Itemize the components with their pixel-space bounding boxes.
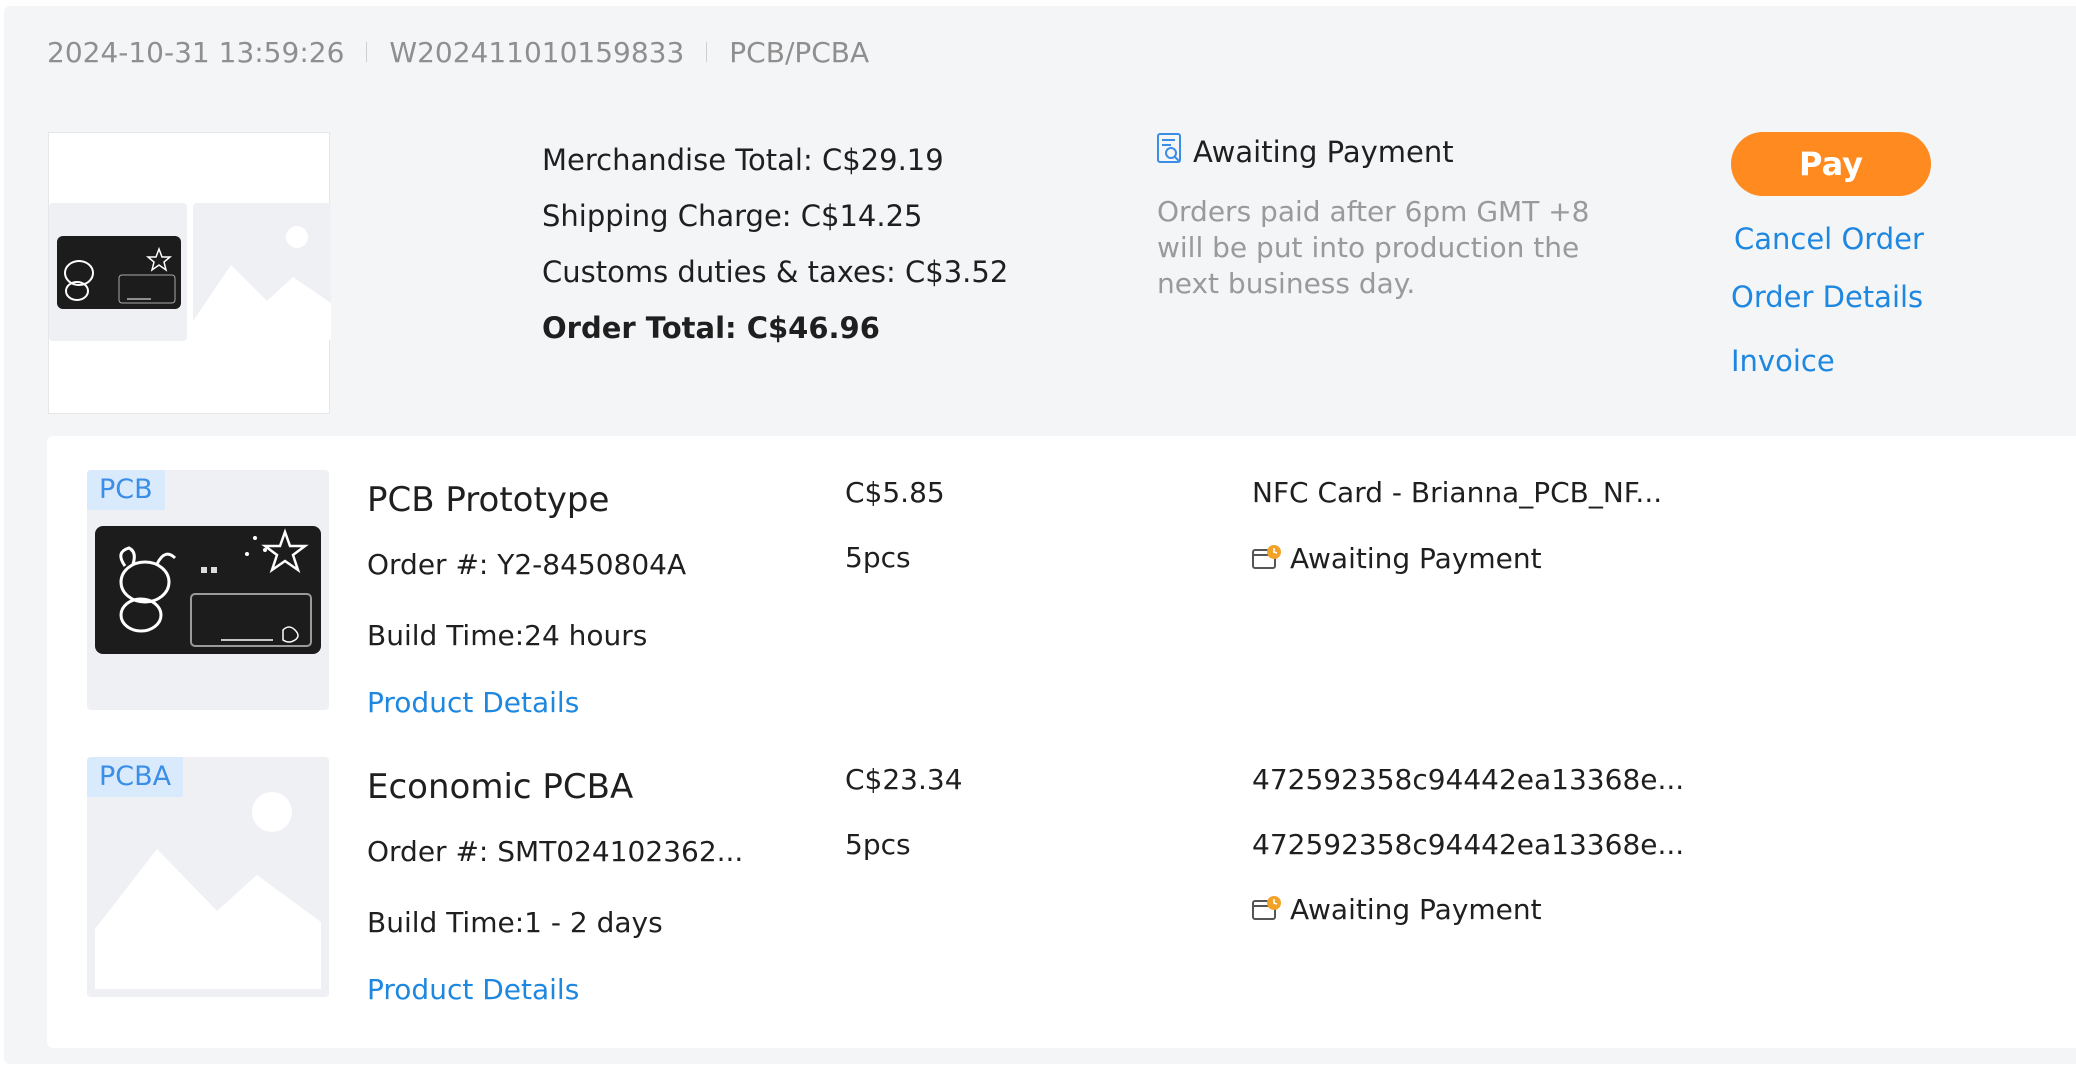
invoice-link[interactable]: Invoice [1731, 344, 1835, 378]
cancel-order-link[interactable]: Cancel Order [1734, 222, 1924, 256]
product-quantity: 5pcs [845, 541, 911, 574]
product-details-link[interactable]: Product Details [367, 973, 579, 1006]
search-document-icon [1157, 133, 1183, 175]
order-total: Order Total: C$46.96 [542, 311, 880, 345]
product-file-name: NFC Card - Brianna_PCB_NF... [1252, 476, 1663, 509]
order-details-link[interactable]: Order Details [1731, 280, 1923, 314]
product-tag: PCB [87, 470, 165, 510]
product-name: Economic PCBA [367, 767, 634, 807]
product-name: PCB Prototype [367, 480, 610, 520]
product-order-number: Order #: SMT024102362... [367, 835, 744, 868]
product-tag: PCBA [87, 757, 184, 797]
order-card: 2024-10-31 13:59:26 W202411010159833 PCB/P… [4, 6, 2076, 1064]
build-time: Build Time:24 hours [367, 619, 648, 652]
divider [706, 42, 708, 62]
order-thumbnail [48, 132, 331, 414]
status-text: Awaiting Payment [1193, 135, 1454, 169]
order-meta: 2024-10-31 13:59:26 W202411010159833 PCB/P… [47, 34, 869, 69]
product-info: PCB Prototype [367, 476, 609, 524]
product-thumbnail: PCBA [87, 757, 329, 997]
product-details-link[interactable]: Product Details [367, 686, 579, 719]
product-info: Economic PCBA [367, 763, 633, 811]
wallet-clock-icon [1252, 895, 1282, 928]
product-file-name: 472592358c94442ea13368e... [1252, 763, 1685, 796]
product-price: C$23.34 [845, 763, 963, 796]
production-note: Orders paid after 6pm GMT +8 will be put… [1157, 195, 1590, 300]
status-text: Awaiting Payment [1290, 542, 1542, 575]
order-category: PCB/PCBA [729, 35, 870, 69]
divider [366, 42, 368, 62]
order-date: 2024-10-31 13:59:26 [47, 35, 345, 69]
product-quantity: 5pcs [845, 828, 911, 861]
pay-button[interactable]: Pay [1731, 132, 1931, 196]
product-status: Awaiting Payment [1252, 893, 1542, 928]
order-number: W202411010159833 [389, 35, 685, 69]
image-placeholder-icon [193, 203, 331, 341]
status-head: Awaiting Payment [1157, 132, 1597, 172]
merchandise-total: Merchandise Total: C$29.19 [542, 143, 944, 177]
product-thumbnail: PCB [87, 470, 329, 710]
shipping-charge: Shipping Charge: C$14.25 [542, 199, 923, 233]
build-time: Build Time:1 - 2 days [367, 906, 663, 939]
wallet-clock-icon [1252, 544, 1282, 577]
order-totals: Merchandise Total: C$29.19 Shipping Char… [542, 132, 1008, 356]
product-price: C$5.85 [845, 476, 945, 509]
product-file-name: 472592358c94442ea13368e... [1252, 828, 1685, 861]
pcb-thumbnail [49, 203, 187, 341]
product-status: Awaiting Payment [1252, 542, 1542, 577]
customs-duties: Customs duties & taxes: C$3.52 [542, 255, 1009, 289]
order-status: Awaiting Payment Orders paid after 6pm G… [1157, 132, 1597, 302]
order-actions: Pay Cancel Order Order Details Invoice [1731, 132, 1931, 378]
product-order-number: Order #: Y2-8450804A [367, 548, 687, 581]
order-items: PCB PCB Prototype Order #: Y2-8450804A B… [47, 436, 2076, 1048]
status-text: Awaiting Payment [1290, 893, 1542, 926]
